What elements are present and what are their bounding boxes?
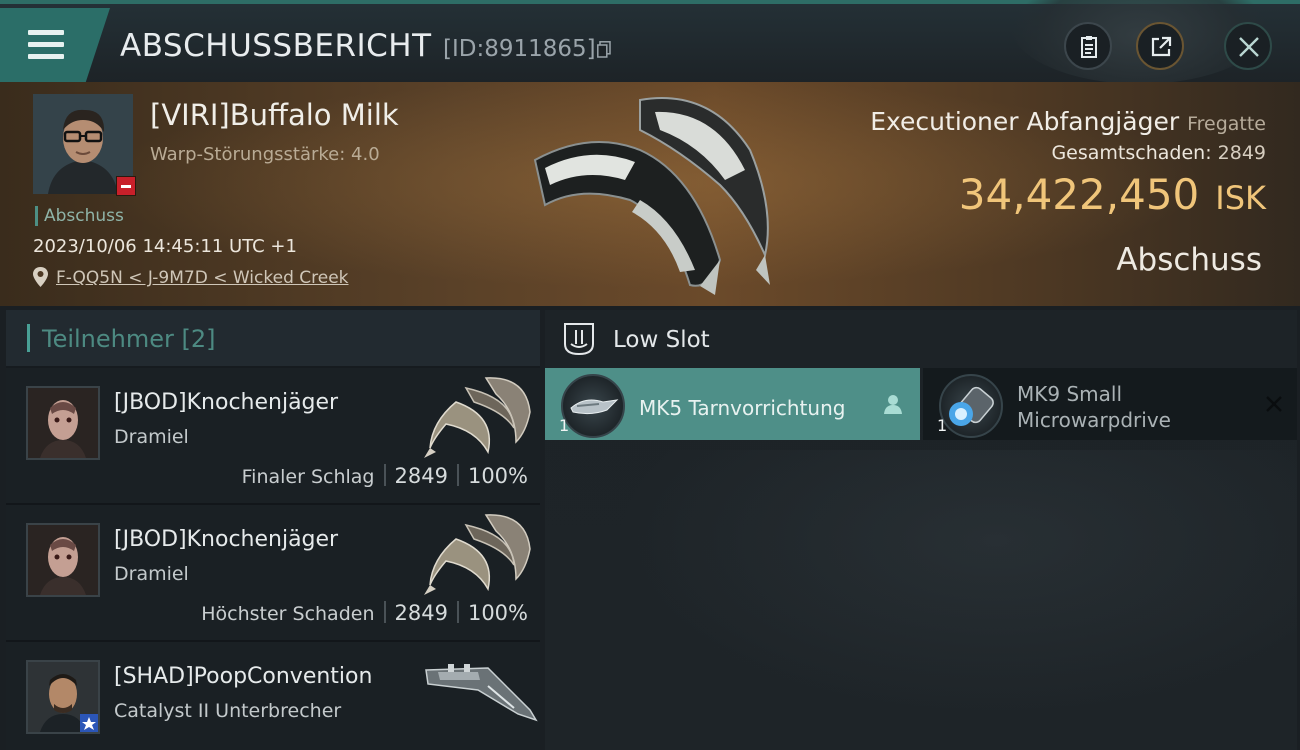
participant-damage: 2849 xyxy=(394,601,448,625)
participant-stats: Höchster Schaden 2849 100% xyxy=(201,601,528,625)
participant-ship: Catalyst II Unterbrecher xyxy=(114,700,342,722)
avatar-image xyxy=(28,525,98,595)
location-link[interactable]: F-QQ5N < J-9M7D < Wicked Creek xyxy=(56,268,349,288)
header-accent-bar xyxy=(27,324,30,352)
isk-amount: 34,422,450 xyxy=(958,170,1200,219)
module-item[interactable]: 1 MK9 Small Microwarpdrive xyxy=(923,368,1297,440)
standing-badge xyxy=(116,176,136,196)
participant-role: Höchster Schaden xyxy=(201,603,375,625)
avatar-image xyxy=(28,662,98,732)
victim-name[interactable]: [VIRI]Buffalo Milk xyxy=(150,98,399,132)
participant-stats: Finaler Schlag 2849 100% xyxy=(242,464,528,488)
killmail-id: [ID:8911865] xyxy=(443,36,596,62)
participant-avatar[interactable] xyxy=(26,523,100,597)
participant-avatar[interactable] xyxy=(26,660,100,734)
participant-ship-image[interactable] xyxy=(418,650,538,740)
participant-ship-image[interactable] xyxy=(416,509,536,599)
victim-ship-image[interactable] xyxy=(520,90,785,300)
participant-percent: 100% xyxy=(467,601,528,625)
damage-value: 2849 xyxy=(1217,142,1266,164)
participants-count: [2] xyxy=(181,325,216,353)
menu-button[interactable] xyxy=(0,8,110,82)
avatar-image xyxy=(28,388,98,458)
clipboard-button[interactable] xyxy=(1064,22,1112,70)
isk-unit: ISK xyxy=(1215,179,1266,217)
damage-label: Gesamtschaden: xyxy=(1051,142,1212,164)
slot-header: Low Slot xyxy=(545,310,1297,368)
clipboard-icon xyxy=(1081,36,1097,58)
slot-title: Low Slot xyxy=(613,327,710,353)
cloaking-device-icon xyxy=(561,374,625,438)
participants-label: Teilnehmer xyxy=(42,325,174,353)
close-button[interactable] xyxy=(1224,22,1272,70)
title-bar: ABSCHUSSBERICHT [ID:8911865] xyxy=(0,0,1300,84)
kill-type-tag: Abschuss xyxy=(35,206,124,226)
participant-row[interactable]: [JBOD]Knochenjäger Dramiel Finaler Schla… xyxy=(6,368,540,505)
participant-damage: 2849 xyxy=(394,464,448,488)
participants-header: Teilnehmer [2] xyxy=(6,310,540,366)
module-name: MK5 Tarnvorrichtung xyxy=(639,396,846,420)
remove-icon[interactable] xyxy=(1265,395,1283,413)
participant-row[interactable]: [SHAD]PoopConvention Catalyst II Unterbr… xyxy=(6,642,540,750)
page-title: ABSCHUSSBERICHT xyxy=(120,28,432,64)
participants-panel: Teilnehmer [2] [JBOD]Knochenjäger Dramie… xyxy=(6,310,540,750)
microwarpdrive-icon xyxy=(939,374,1003,438)
module-quantity: 1 xyxy=(559,416,570,435)
module-name: MK9 Small Microwarpdrive xyxy=(1017,381,1171,433)
total-damage: Gesamtschaden: 2849 xyxy=(1051,142,1266,164)
share-icon xyxy=(1151,36,1172,57)
module-name-line1: MK9 Small xyxy=(1017,382,1122,406)
fitting-panel: Low Slot 1 MK5 Tarnvorrichtung 1 MK9 Sma… xyxy=(545,310,1297,750)
participant-ship: Dramiel xyxy=(114,563,189,585)
pilot-icon[interactable] xyxy=(884,394,902,414)
victim-ship-name[interactable]: Executioner Abfangjäger Fregatte xyxy=(870,107,1266,136)
panel-background xyxy=(545,450,1297,750)
participant-role: Finaler Schlag xyxy=(241,466,375,488)
participant-name[interactable]: [JBOD]Knochenjäger xyxy=(114,390,338,415)
warp-strength: Warp-Störungsstärke: 4.0 xyxy=(150,144,380,165)
participant-name[interactable]: [JBOD]Knochenjäger xyxy=(114,527,338,552)
participant-percent: 100% xyxy=(467,464,528,488)
participant-name[interactable]: [SHAD]PoopConvention xyxy=(114,664,372,689)
participant-avatar[interactable] xyxy=(26,386,100,460)
location-pin-icon xyxy=(33,267,48,287)
ship-class: Fregatte xyxy=(1187,113,1266,135)
copy-icon[interactable] xyxy=(597,41,611,58)
participant-ship-image[interactable] xyxy=(416,372,536,462)
ship-type: Executioner Abfangjäger xyxy=(870,107,1180,136)
participants-title: Teilnehmer [2] xyxy=(42,325,216,353)
menu-icon xyxy=(28,30,64,60)
kill-datetime: 2023/10/06 14:45:11 UTC +1 xyxy=(33,236,297,257)
victim-banner: [VIRI]Buffalo Milk Warp-Störungsstärke: … xyxy=(0,82,1300,306)
module-name-line2: Microwarpdrive xyxy=(1017,408,1171,432)
low-slot-icon xyxy=(564,323,594,356)
participant-row[interactable]: [JBOD]Knochenjäger Dramiel Höchster Scha… xyxy=(6,505,540,642)
module-quantity: 1 xyxy=(937,416,948,435)
close-icon xyxy=(1239,37,1259,57)
isk-value: 34,422,450 ISK xyxy=(959,170,1266,219)
module-item[interactable]: 1 MK5 Tarnvorrichtung xyxy=(545,368,920,440)
participant-ship: Dramiel xyxy=(114,426,189,448)
share-button[interactable] xyxy=(1136,22,1184,70)
kill-result: Abschuss xyxy=(1116,242,1262,278)
